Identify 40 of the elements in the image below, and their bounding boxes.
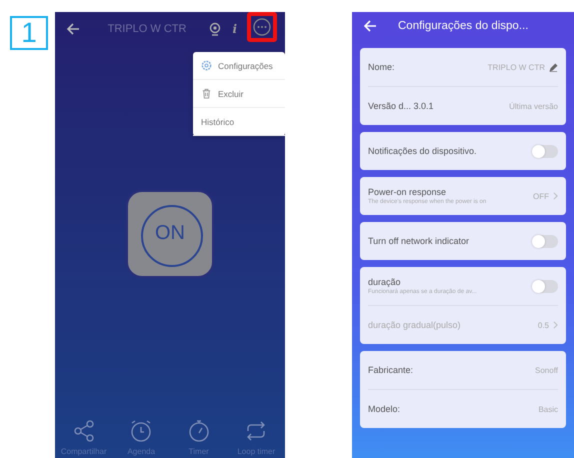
setting-label: Notificações do dispositivo. xyxy=(368,146,478,156)
more-icon[interactable] xyxy=(253,18,271,36)
stopwatch-icon xyxy=(186,419,211,443)
setting-label: duração gradual(pulso) xyxy=(368,320,462,330)
back-arrow-icon[interactable] xyxy=(362,18,378,34)
back-arrow-icon[interactable] xyxy=(65,21,81,37)
setting-label: Turn off network indicator xyxy=(368,236,470,246)
setting-value: Sonoff xyxy=(535,366,558,374)
menu-item[interactable]: Histórico xyxy=(193,108,285,136)
toggle-switch[interactable] xyxy=(532,280,558,292)
toggle-switch[interactable] xyxy=(532,234,558,248)
setting-label: Fabricante: xyxy=(368,365,414,375)
setting-label: Power-on response xyxy=(368,187,448,197)
menu-item[interactable]: Configurações xyxy=(193,52,285,80)
setting-label: Modelo: xyxy=(368,404,402,414)
toolbar-item[interactable]: Compartilhar xyxy=(56,419,112,456)
screen-title: Configurações do dispo... xyxy=(398,20,528,32)
toolbar-item[interactable]: Timer xyxy=(170,419,227,456)
setting-value: Basic xyxy=(538,404,558,414)
toolbar-item[interactable]: Agenda xyxy=(113,419,170,456)
toolbar-item[interactable]: Loop timer xyxy=(228,419,284,456)
setting-label: Nome: xyxy=(368,62,396,72)
trash-icon xyxy=(201,88,212,99)
setting-value: 0.5 xyxy=(538,320,549,330)
alarm-clock-icon xyxy=(129,419,154,443)
setting-value: OFF xyxy=(533,192,549,200)
toggle-switch[interactable] xyxy=(532,144,558,158)
share-icon xyxy=(72,419,96,443)
setting-value: TRIPLO W CTR xyxy=(488,62,545,72)
info-icon[interactable]: i xyxy=(232,22,237,36)
setting-label: Versão d... 3.0.1 xyxy=(368,101,435,111)
gear-icon xyxy=(201,60,212,71)
webcam-icon[interactable] xyxy=(208,22,222,36)
power-button[interactable]: ON xyxy=(126,190,214,278)
setting-label: duração xyxy=(368,277,402,287)
setting-value: Última versão xyxy=(509,102,558,110)
pencil-icon[interactable] xyxy=(549,62,558,72)
step-number-badge: 1 xyxy=(10,16,48,50)
menu-item[interactable]: Excluir xyxy=(193,80,285,108)
device-title: TRIPLO W CTR xyxy=(106,23,186,35)
